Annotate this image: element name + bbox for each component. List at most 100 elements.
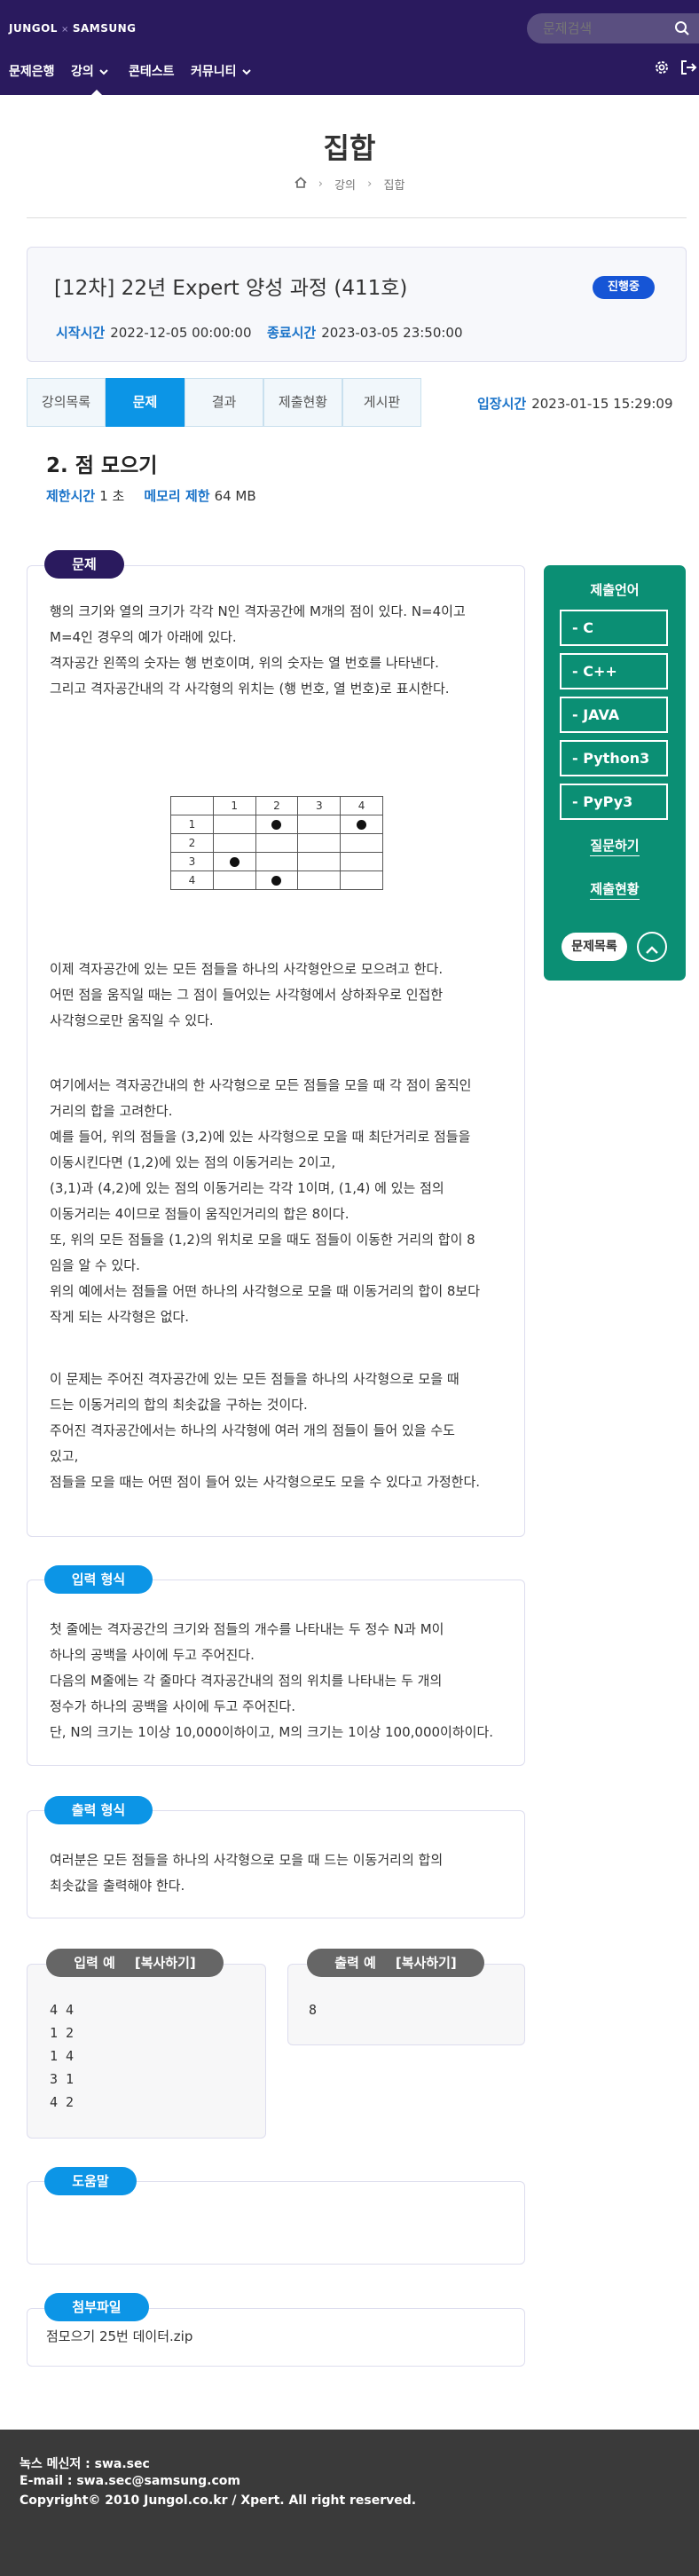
- grid-cell: [297, 833, 342, 853]
- breadcrumb-item[interactable]: 강의: [334, 176, 356, 193]
- text-line: 임을 알 수 있다.: [50, 1257, 140, 1273]
- status-badge: 진행중: [593, 276, 655, 299]
- text-line: 행의 크기와 열의 크기가 각각 N인 격자공간에 M개의 점이 있다. N=4…: [50, 603, 466, 619]
- text-line: 어떤 점을 움직일 때는 그 점이 들어있는 사각형에서 상하좌우로 인접한: [50, 987, 444, 1003]
- text-line: 이동시킨다면 (1,2)에 있는 점의 이동거리는 2이고,: [50, 1154, 336, 1170]
- problem-description-1: 행의 크기와 열의 크기가 각각 N인 격자공간에 M개의 점이 있다. N=4…: [50, 599, 511, 702]
- tab-submission-status[interactable]: 제출현황: [263, 378, 342, 427]
- point-dot: [229, 857, 240, 867]
- grid-cell: [340, 870, 383, 890]
- logout-icon[interactable]: [679, 59, 697, 80]
- copy-output-button[interactable]: [복사하기]: [396, 1955, 457, 1971]
- logo-samsung: SAMSUNG: [72, 22, 137, 35]
- nav-label: 커뮤니티: [191, 65, 237, 79]
- sample-line: 1 4: [50, 2048, 75, 2064]
- submission-status-link[interactable]: 제출현황: [544, 879, 686, 900]
- text-line: 이제 격자공간에 있는 모든 점들을 하나의 사각형안으로 모으려고 한다.: [50, 961, 444, 977]
- text-line: 점들을 모을 때는 어떤 점이 들어 있는 사각형으로도 모을 수 있다고 가정…: [50, 1474, 481, 1490]
- grid-cell: [340, 815, 383, 834]
- grid-cell: [212, 852, 256, 871]
- sample-input-text: 4 4 1 2 1 4 3 1 4 2: [50, 1998, 74, 2114]
- nav-problem-bank[interactable]: 문제은행: [9, 62, 55, 80]
- grid-cell: [297, 852, 342, 871]
- grid-header-cell: 1: [212, 796, 256, 815]
- text-line: 위의 예에서는 점들을 어떤 하나의 사각형으로 모을 때 이동거리의 합이 8…: [50, 1283, 481, 1299]
- nav-label: 콘테스트: [129, 65, 175, 79]
- nav-label: 문제은행: [9, 65, 55, 79]
- active-nav-indicator: [90, 90, 103, 96]
- text-line: 이 문제는 주어진 격자공간에 있는 모든 점들을 하나의 사각형으로 모을 때: [50, 1371, 459, 1387]
- text-line: 정수가 하나의 공백을 사이에 두고 주어진다.: [50, 1698, 296, 1714]
- tab-result[interactable]: 결과: [185, 378, 263, 427]
- grid-table: 1 2 3 4 1 2 3 4: [170, 796, 383, 890]
- lang-cpp-button[interactable]: - C++: [560, 653, 668, 689]
- start-time-label: 시작시간: [56, 325, 106, 341]
- problem-title: 2. 점 모으기: [46, 454, 158, 477]
- grid-cell: [340, 852, 383, 871]
- chevron-down-icon: [99, 65, 108, 79]
- text-line: 다음의 M줄에는 각 줄마다 격자공간내의 점의 위치를 나타내는 두 개의: [50, 1673, 443, 1689]
- attachment-section-label: 첨부파일: [44, 2293, 149, 2321]
- text-line: 또, 위의 모든 점들을 (1,2)의 위치로 모을 때도 점들이 이동한 거리…: [50, 1232, 475, 1248]
- site-footer: 녹스 메신저 : swa.sec E-mail : swa.sec@samsun…: [0, 2430, 699, 2576]
- grid-header-cell: 2: [255, 796, 299, 815]
- ask-question-link[interactable]: 질문하기: [544, 836, 686, 856]
- lang-python3-button[interactable]: - Python3: [560, 740, 668, 776]
- lang-java-button[interactable]: - JAVA: [560, 697, 668, 733]
- problem-description-3: 여기에서는 격자공간내의 한 사각형으로 모든 점들을 모을 때 각 점이 움직…: [50, 1073, 511, 1330]
- scroll-top-button[interactable]: [637, 932, 667, 962]
- grid-row-label: 1: [170, 815, 214, 834]
- site-logo[interactable]: JUNGOL × SAMSUNG: [9, 22, 137, 35]
- footer-email: E-mail : swa.sec@samsung.com: [20, 2474, 240, 2488]
- lang-c-button[interactable]: - C: [560, 610, 668, 646]
- chevron-right-icon: ›: [318, 177, 323, 191]
- grid-cell: [297, 815, 342, 834]
- footer-messenger: 녹스 메신저 : swa.sec: [20, 2457, 150, 2471]
- text-line: 작게 되는 사각형은 없다.: [50, 1309, 190, 1325]
- nav-community[interactable]: 커뮤니티: [191, 62, 251, 80]
- course-title: [12차] 22년 Expert 양성 과정 (411호): [54, 277, 408, 300]
- time-limit-label: 제한시간: [46, 488, 96, 504]
- chevron-down-icon: [241, 65, 251, 79]
- logo-separator: ×: [60, 25, 69, 35]
- search-icon[interactable]: [674, 20, 690, 40]
- search-box: [527, 13, 699, 43]
- input-format-text: 첫 줄에는 격자공간의 크기와 점들의 개수를 나타내는 두 정수 N과 M이 …: [50, 1617, 511, 1745]
- search-input[interactable]: [543, 20, 667, 37]
- grid-header-cell: [170, 796, 214, 815]
- grid-cell: [255, 870, 299, 890]
- tab-board[interactable]: 게시판: [342, 378, 421, 427]
- tab-problem[interactable]: 문제: [106, 378, 185, 427]
- tab-lecture-list[interactable]: 강의목록: [27, 378, 106, 427]
- submission-status-label: 제출현황: [590, 881, 640, 900]
- grid-row-label: 2: [170, 833, 214, 853]
- copy-input-button[interactable]: [복사하기]: [135, 1955, 196, 1971]
- text-line: 거리의 합을 고려한다.: [50, 1103, 173, 1119]
- breadcrumb: › 강의 › 집합: [0, 176, 699, 193]
- nav-label: 강의: [71, 65, 94, 79]
- grid-cell: [255, 852, 299, 871]
- sample-output-label: 출력 예 [복사하기]: [307, 1949, 484, 1977]
- text-line: 단, N의 크기는 1이상 10,000이하이고, M의 크기는 1이상 100…: [50, 1724, 494, 1740]
- gear-icon[interactable]: [653, 59, 671, 80]
- grid-cell: [297, 870, 342, 890]
- course-card: [12차] 22년 Expert 양성 과정 (411호) 진행중 시작시간 20…: [27, 247, 687, 362]
- end-time-value: 2023-03-05 23:50:00: [321, 325, 463, 341]
- nav-lecture[interactable]: 강의: [71, 62, 108, 80]
- home-icon[interactable]: [295, 177, 307, 192]
- chevron-right-icon: ›: [367, 177, 373, 191]
- text-line: 있고,: [50, 1448, 79, 1464]
- memory-limit-label: 메모리 제한: [144, 488, 210, 504]
- problem-list-button[interactable]: 문제목록: [562, 933, 627, 961]
- text-line: 사각형으로만 움직일 수 있다.: [50, 1012, 214, 1028]
- attachment-file-link[interactable]: 점모으기 25번 데이터.zip: [46, 2327, 192, 2345]
- nav-contest[interactable]: 콘테스트: [129, 62, 175, 80]
- lang-pypy3-button[interactable]: - PyPy3: [560, 784, 668, 820]
- point-dot: [271, 876, 282, 886]
- problem-description-4: 이 문제는 주어진 격자공간에 있는 모든 점들을 하나의 사각형으로 모을 때…: [50, 1367, 511, 1495]
- text-line: M=4인 경우의 예가 아래에 있다.: [50, 629, 237, 645]
- text-line: 여기에서는 격자공간내의 한 사각형으로 모든 점들을 모을 때 각 점이 움직…: [50, 1077, 472, 1093]
- point-dot: [357, 820, 367, 830]
- grid-cell: [212, 815, 256, 834]
- grid-cell: [340, 833, 383, 853]
